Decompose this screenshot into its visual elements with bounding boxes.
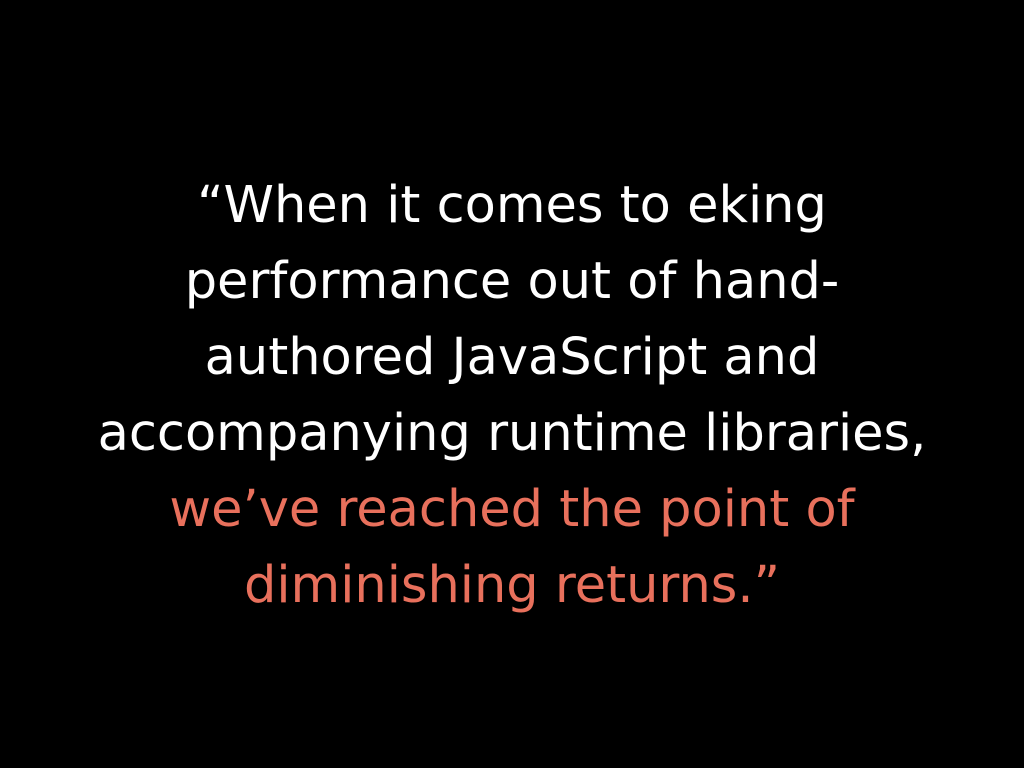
quote-line-3: authored JavaScript and (204, 328, 820, 387)
slide: “When it comes to eking performance out … (0, 0, 1024, 768)
quote-line-4: accompanying runtime libraries, (97, 404, 927, 463)
quote-line-2: performance out of hand- (184, 252, 840, 311)
quote-line-5-highlight: we’ve reached the point of (169, 480, 855, 539)
quote-text: “When it comes to eking performance out … (0, 168, 1024, 624)
quote-line-1: “When it comes to eking (197, 176, 827, 235)
quote-line-6-highlight: diminishing returns.” (244, 556, 780, 615)
